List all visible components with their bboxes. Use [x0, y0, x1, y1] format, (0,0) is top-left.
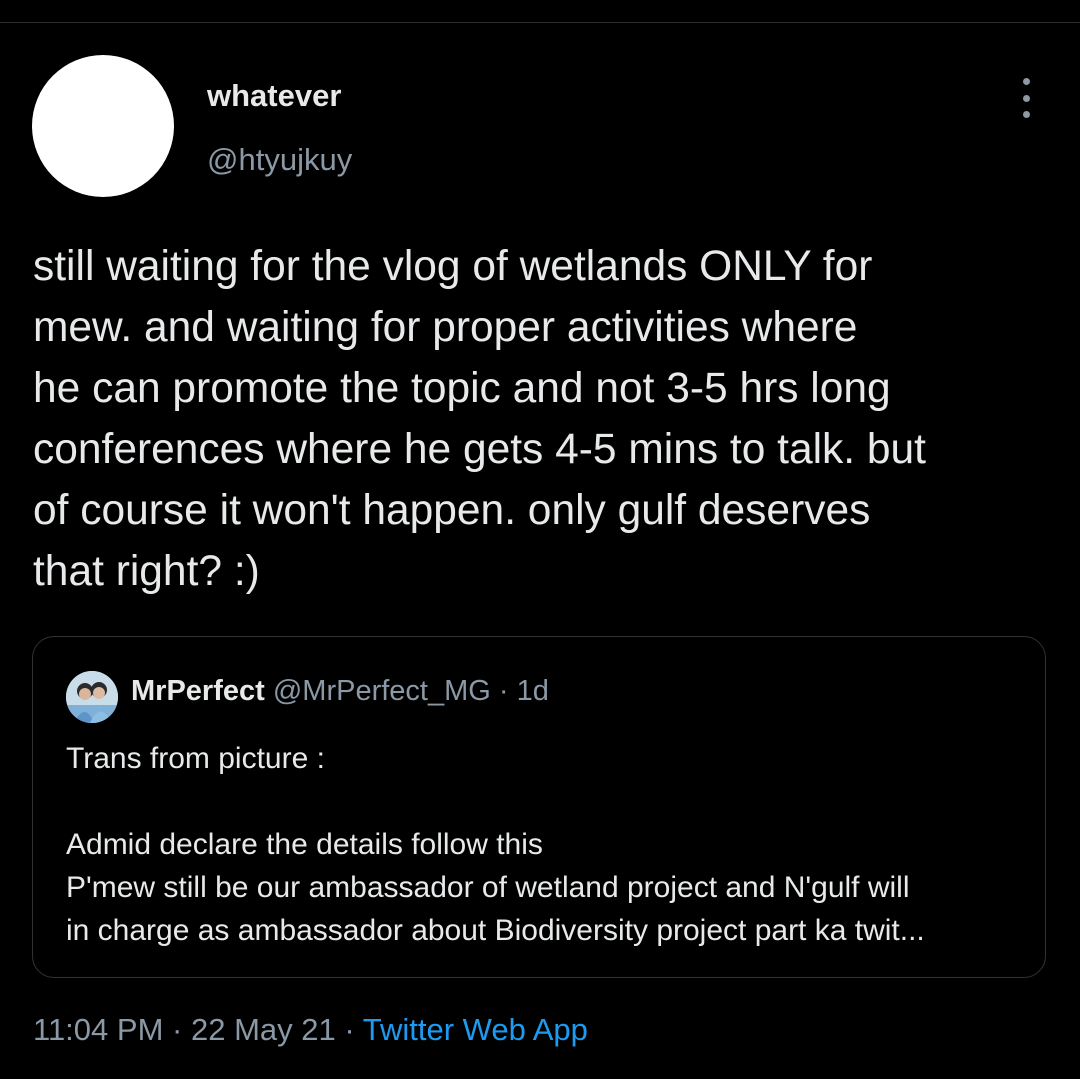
tweet-time[interactable]: 11:04 PM [33, 1012, 163, 1047]
tweet-text-line: mew. and waiting for proper activities w… [33, 304, 858, 351]
quoted-tweet-header: MrPerfect @MrPerfect_MG · 1d [131, 675, 549, 708]
quoted-text-line: in charge as ambassador about Biodiversi… [66, 914, 925, 947]
more-vertical-icon-dot [1022, 94, 1030, 102]
quoted-author-avatar[interactable] [66, 671, 118, 723]
tweet-source-link[interactable]: Twitter Web App [363, 1012, 588, 1047]
quoted-timestamp[interactable]: 1d [517, 675, 549, 707]
tweet-text-line: conferences where he gets 4-5 mins to ta… [33, 426, 926, 473]
quoted-text-line [66, 780, 1036, 823]
more-options-button[interactable] [1014, 78, 1038, 118]
quoted-author-name[interactable]: MrPerfect [131, 675, 265, 707]
tweet-text-line: of course it won't happen. only gulf des… [33, 487, 871, 534]
more-vertical-icon-dot [1022, 111, 1030, 118]
tweet-date[interactable]: 22 May 21 [191, 1012, 336, 1047]
quoted-author-handle[interactable]: @MrPerfect_MG [273, 675, 491, 707]
tweet-text-line: that right? :) [33, 548, 260, 595]
tweet-meta: 11:04 PM · 22 May 21 · Twitter Web App [33, 1012, 588, 1048]
quoted-separator: · [498, 675, 509, 707]
quoted-text-line: Trans from picture : [66, 742, 325, 775]
top-divider [0, 22, 1080, 23]
meta-separator: · [344, 1012, 355, 1047]
tweet-text-line: he can promote the topic and not 3-5 hrs… [33, 365, 891, 412]
tweet-text: still waiting for the vlog of wetlands O… [33, 236, 1053, 602]
meta-separator: · [172, 1012, 183, 1047]
author-handle[interactable]: @htyujkuy [207, 142, 352, 178]
quoted-tweet-card[interactable]: MrPerfect @MrPerfect_MG · 1d Trans from … [32, 636, 1046, 978]
quoted-text-line: Admid declare the details follow this [66, 828, 543, 861]
quoted-avatar-photo [66, 671, 118, 723]
more-vertical-icon [1022, 78, 1030, 85]
tweet-text-line: still waiting for the vlog of wetlands O… [33, 243, 873, 290]
quoted-text-line: P'mew still be our ambassador of wetland… [66, 871, 910, 904]
quoted-tweet-text: Trans from picture : Admid declare the d… [66, 737, 1036, 952]
author-avatar[interactable] [32, 55, 174, 197]
author-display-name[interactable]: whatever [207, 78, 341, 114]
